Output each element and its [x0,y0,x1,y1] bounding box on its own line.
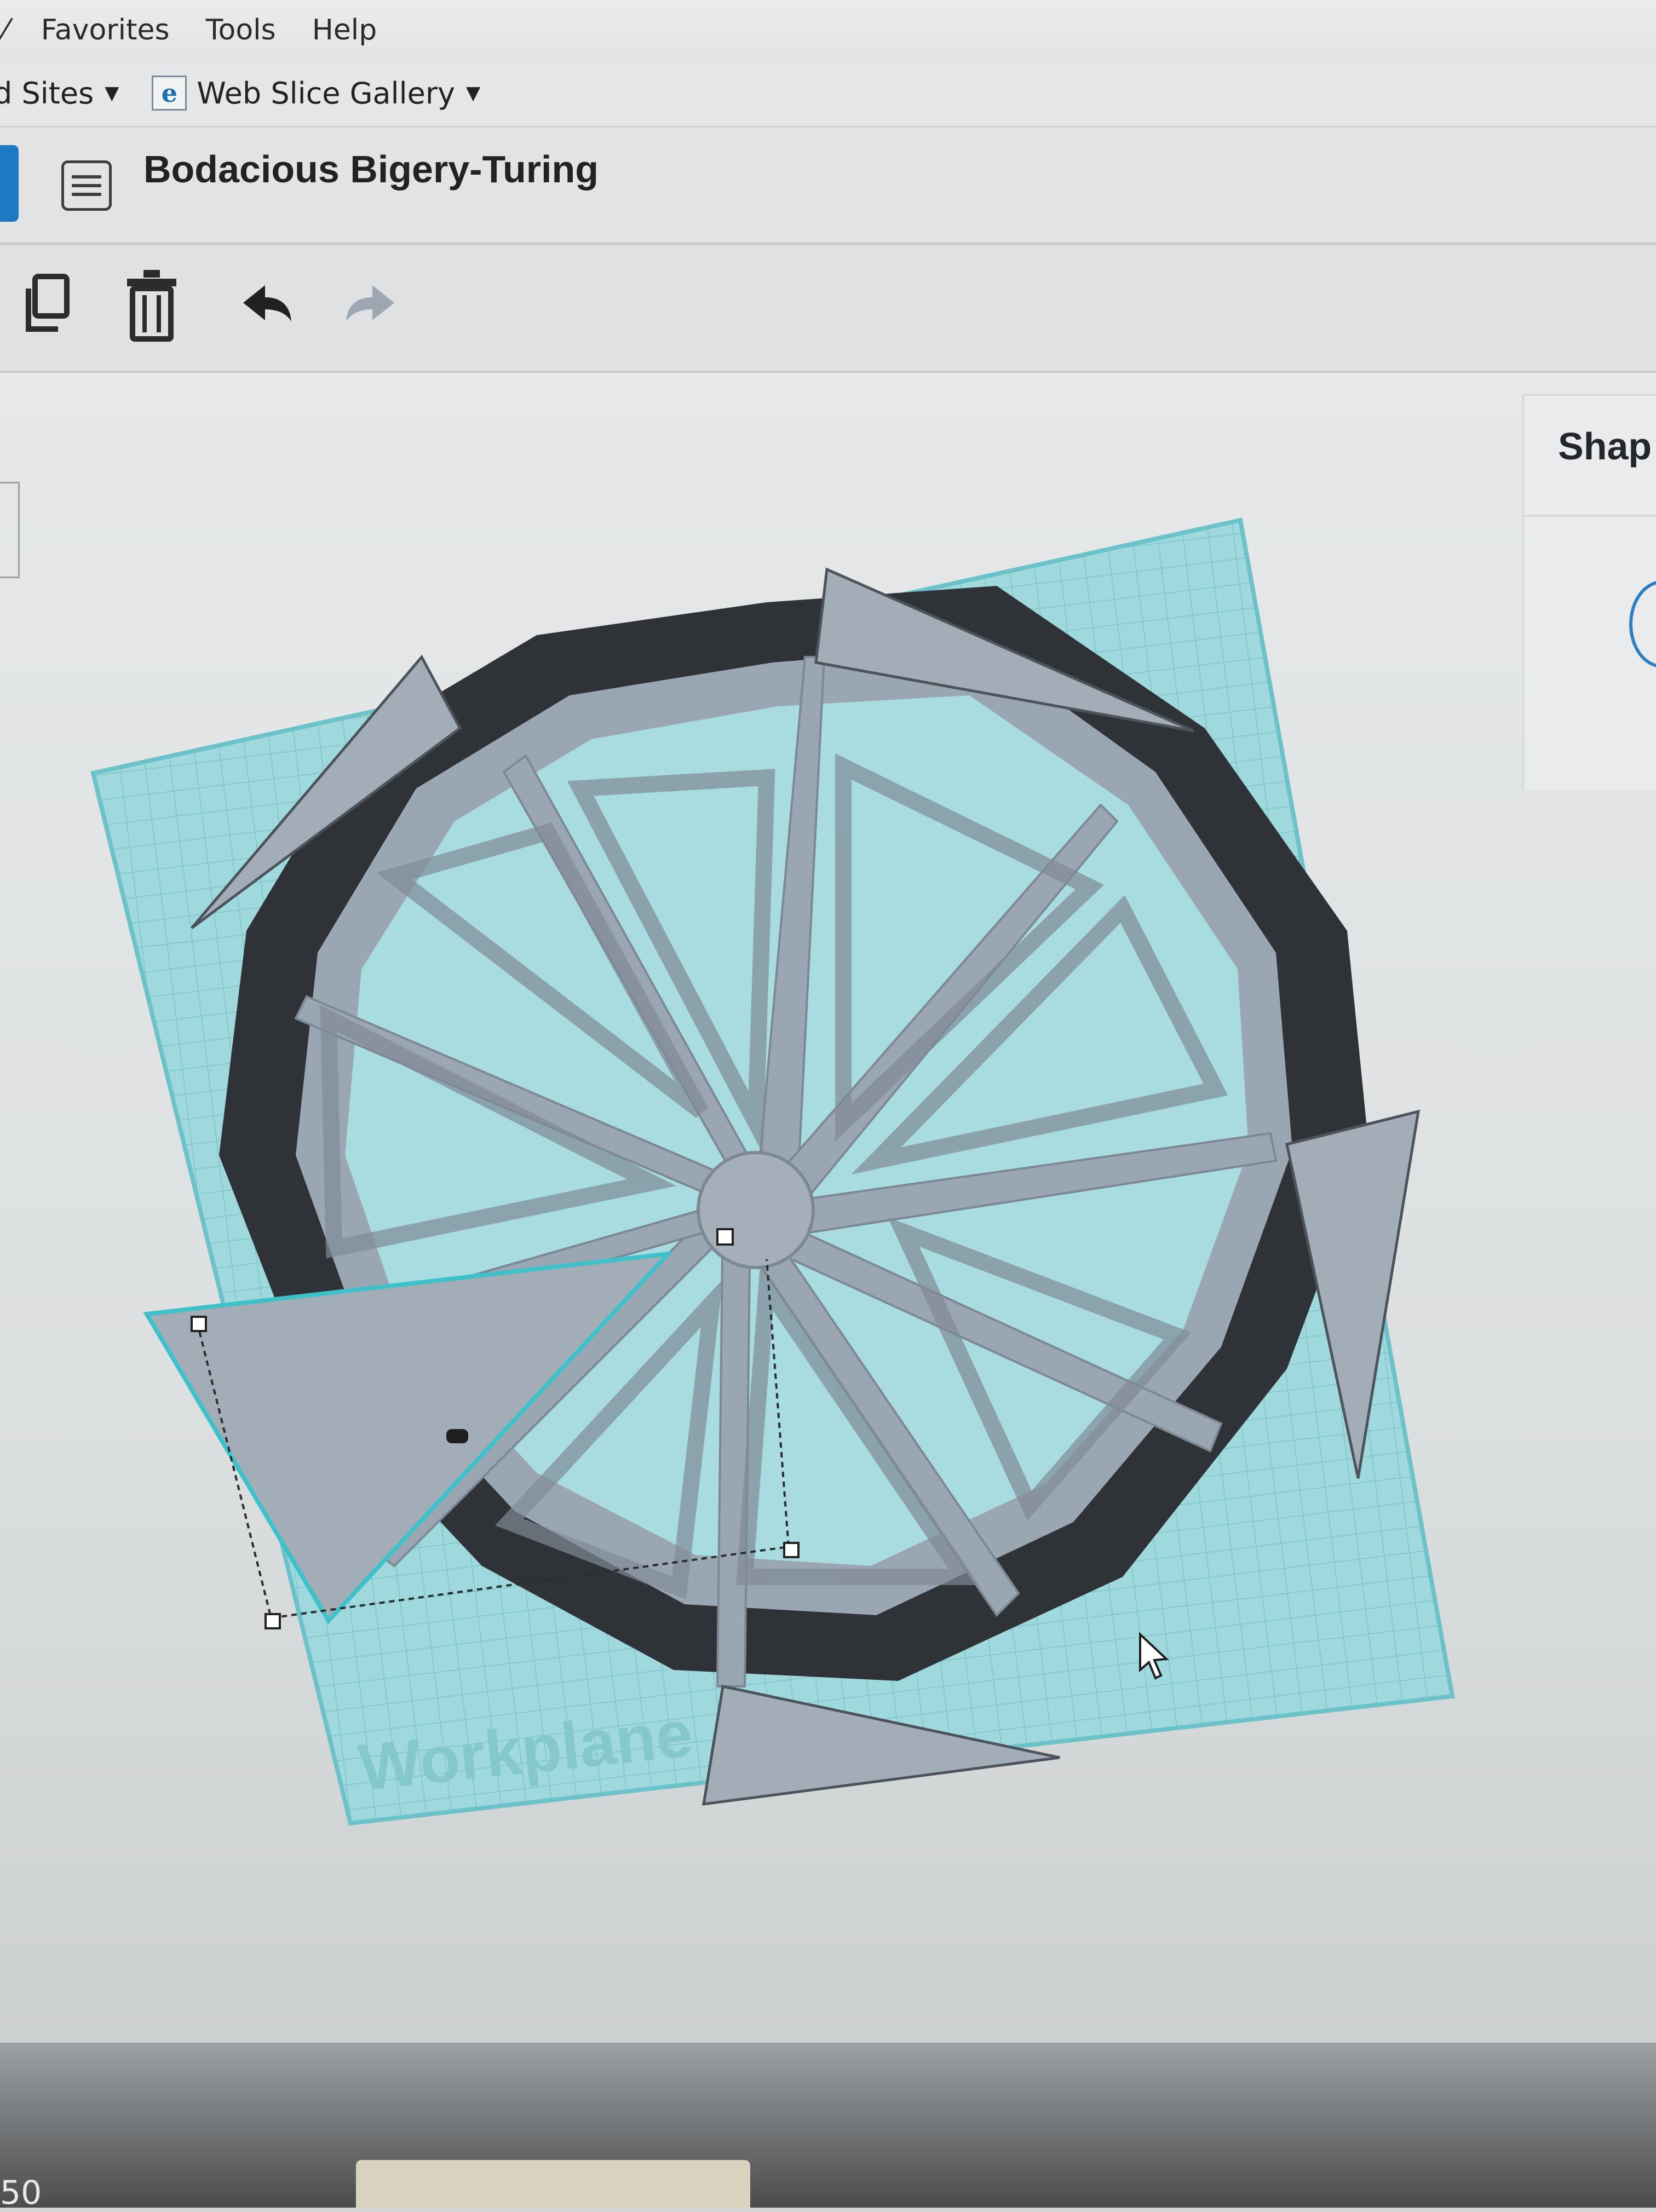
3d-scene[interactable]: Workplane [0,0,1656,2208]
resize-handle [264,1613,281,1629]
resize-handle [783,1542,800,1558]
wheel-hub[interactable] [697,1151,815,1269]
rotate-handle [446,1429,468,1443]
bezel-label: 50 [0,2174,42,2212]
resize-handle [191,1316,207,1332]
resize-handle [716,1228,734,1246]
monitor-bezel [0,2043,1656,2208]
barcode-sticker [356,2160,750,2208]
